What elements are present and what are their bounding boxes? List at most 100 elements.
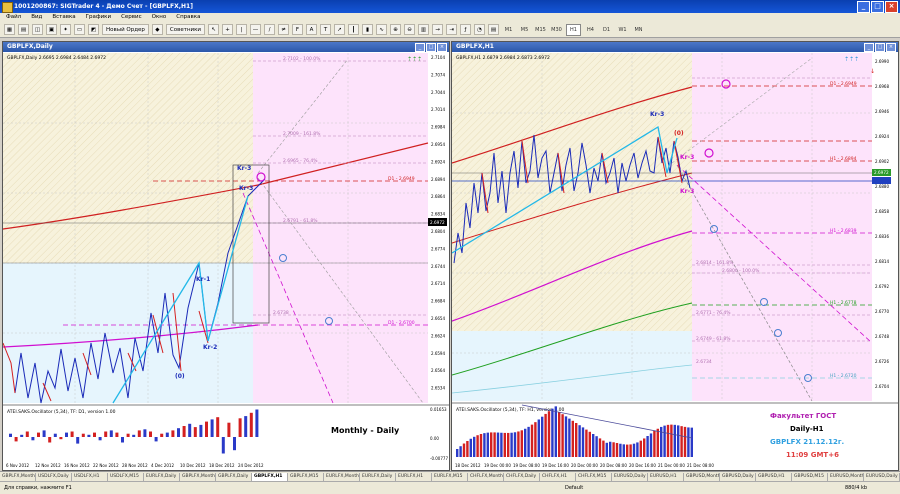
chart-tab[interactable]: EURUSD,Daily (612, 473, 648, 481)
strategy-tester-icon[interactable]: ◩ (88, 24, 99, 35)
chart-shift-icon[interactable]: ⇥ (446, 24, 458, 35)
chart-tab[interactable]: USDLFX,Daily (36, 473, 72, 481)
menu-insert[interactable]: Вставка (52, 13, 75, 22)
periods-icon[interactable]: ◔ (474, 24, 486, 35)
osc-bar (456, 449, 459, 457)
navigator-icon[interactable]: ✦ (60, 24, 71, 35)
price-scale-label: 2.6902 (875, 159, 889, 164)
chart-tab[interactable]: GBPLFX,Daily (216, 473, 252, 481)
osc-bar (564, 416, 568, 457)
fibonacci-icon[interactable]: F (292, 24, 304, 35)
window-minimize-button[interactable]: _ (415, 43, 425, 52)
daily-chart-area[interactable]: Kr-3 Kr-3 Kr-1 Kr-2 (0) 2.7102 - 100.0% … (3, 53, 449, 469)
h1-chart-area[interactable]: Kr-3 (0) Kr-3 Kr-3 D1 - 2.6949 H1 - 2.68… (452, 53, 898, 469)
osc-bar (109, 430, 113, 437)
date-axis-label: 28 Nov 2012 (122, 463, 148, 468)
osc-bar (98, 437, 102, 441)
arrows-icon[interactable]: ➚ (334, 24, 346, 35)
chart-tab[interactable]: EURLFX,Daily (360, 473, 396, 481)
horizontal-line-icon[interactable]: — (250, 24, 262, 35)
maximize-button[interactable]: □ (871, 1, 884, 13)
tf-w1[interactable]: W1 (616, 25, 629, 35)
tf-m5[interactable]: M5 (518, 25, 531, 35)
chart-tab[interactable]: CHFLFX,M15 (576, 473, 612, 481)
chart-tab[interactable]: USDLFX,H1 (72, 473, 108, 481)
chart-tab[interactable]: EURLFX,Monthly (324, 473, 360, 481)
window-maximize-button[interactable]: □ (875, 43, 885, 52)
data-window-icon[interactable]: ▣ (46, 24, 57, 35)
vertical-line-icon[interactable]: | (236, 24, 248, 35)
trendline-icon[interactable]: / (264, 24, 276, 35)
chart-tab[interactable]: GBPLFX,Monthly (180, 473, 216, 481)
wave-label: Kr-3 (650, 111, 664, 118)
chart-window-daily[interactable]: GBPLFX,Daily _ □ × Kr-3 Kr-3 Kr-1 Kr-2 (… (2, 41, 450, 471)
chart-tab[interactable]: GBPLFX,M15 (288, 473, 324, 481)
chart-tab[interactable]: EURUSD,H1 (648, 473, 684, 481)
meta-editor-icon[interactable]: ◆ (151, 24, 163, 35)
new-order-button[interactable]: Новый Ордер (102, 24, 149, 35)
osc-bar (561, 414, 564, 457)
zoom-out-icon[interactable]: ⊖ (404, 24, 416, 35)
line-chart-icon[interactable]: ∿ (376, 24, 388, 35)
menu-help[interactable]: Справка (176, 13, 200, 22)
label-icon[interactable]: T (320, 24, 332, 35)
window-close-button[interactable]: × (437, 43, 447, 52)
tf-h1[interactable]: H1 (566, 23, 582, 36)
templates-icon[interactable]: ▤ (488, 24, 500, 35)
tile-windows-icon[interactable]: ▥ (418, 24, 430, 35)
chart-tab[interactable]: CHFLFX,Monthly (468, 473, 504, 481)
osc-bar (149, 431, 152, 437)
wave-label: (0) (674, 130, 684, 137)
chart-tab[interactable]: EURLFX,H1 (396, 473, 432, 481)
advisors-button[interactable]: Советники (165, 24, 206, 35)
crosshair-icon[interactable]: + (222, 24, 234, 35)
chart-tab[interactable]: CHFLFX,Daily (504, 473, 540, 481)
bar-chart-icon[interactable]: ┃ (348, 24, 360, 35)
menu-tools[interactable]: Сервис (121, 13, 142, 22)
market-watch-icon[interactable]: ◫ (32, 24, 43, 35)
menu-charts[interactable]: Графики (86, 13, 111, 22)
chart-tab[interactable]: CHFLFX,H1 (540, 473, 576, 481)
window-close-button[interactable]: × (886, 43, 896, 52)
indicators-icon[interactable]: ƒ (460, 24, 472, 35)
window-minimize-button[interactable]: _ (864, 43, 874, 52)
chart-tab[interactable]: GBPUSD,Daily (720, 473, 756, 481)
tf-m15[interactable]: M15 (534, 25, 547, 35)
cursor-icon[interactable]: ↖ (208, 24, 220, 35)
osc-bar (517, 431, 520, 457)
zoom-in-icon[interactable]: ⊕ (390, 24, 402, 35)
channel-icon[interactable]: ≠ (278, 24, 290, 35)
tf-m1[interactable]: M1 (502, 25, 515, 35)
chart-tab[interactable]: USDLFX,M15 (108, 473, 144, 481)
tf-mn[interactable]: MN (632, 25, 645, 35)
window-maximize-button[interactable]: □ (426, 43, 436, 52)
candle-chart-icon[interactable]: ▮ (362, 24, 374, 35)
price-scale-label: 2.6814 (875, 259, 889, 264)
osc-bar (476, 435, 479, 457)
new-chart-icon[interactable]: ▦ (4, 24, 15, 35)
terminal-window-icon[interactable]: ▭ (74, 24, 85, 35)
chart-tab[interactable]: GBPLFX,Monthly (0, 473, 36, 481)
tf-m30[interactable]: M30 (550, 25, 563, 35)
osc-bar (160, 433, 164, 437)
chart-tab[interactable]: EURLFX,M15 (432, 473, 468, 481)
chart-window-h1[interactable]: GBPLFX,H1 _ □ × Kr-3 (0) Kr-3 Kr-3 D1 - … (451, 41, 899, 471)
tf-h4[interactable]: H4 (584, 25, 597, 35)
menu-file[interactable]: Файл (6, 13, 21, 22)
minimize-button[interactable]: _ (857, 1, 870, 13)
chart-tab[interactable]: GBPLFX,H1 (252, 473, 288, 481)
autoscroll-icon[interactable]: → (432, 24, 444, 35)
chart-tab[interactable]: GBPUSD,M15 (792, 473, 828, 481)
menu-view[interactable]: Вид (31, 13, 42, 22)
tf-d1[interactable]: D1 (600, 25, 613, 35)
profiles-icon[interactable]: ▤ (18, 24, 29, 35)
menu-window[interactable]: Окно (152, 13, 167, 22)
chart-tab[interactable]: EURUSD,Monthly (828, 473, 864, 481)
chart-tab[interactable]: GBPUSD,Monthly (684, 473, 720, 481)
text-icon[interactable]: A (306, 24, 318, 35)
chart-tab[interactable]: EURUSD,Daily (864, 473, 900, 481)
close-button[interactable]: × (885, 1, 898, 13)
chart-tab[interactable]: GBPUSD,H1 (756, 473, 792, 481)
overlay-pair-date: GBPLFX 21.12.12г. (770, 438, 844, 446)
chart-tab[interactable]: EURLFX,Daily (144, 473, 180, 481)
